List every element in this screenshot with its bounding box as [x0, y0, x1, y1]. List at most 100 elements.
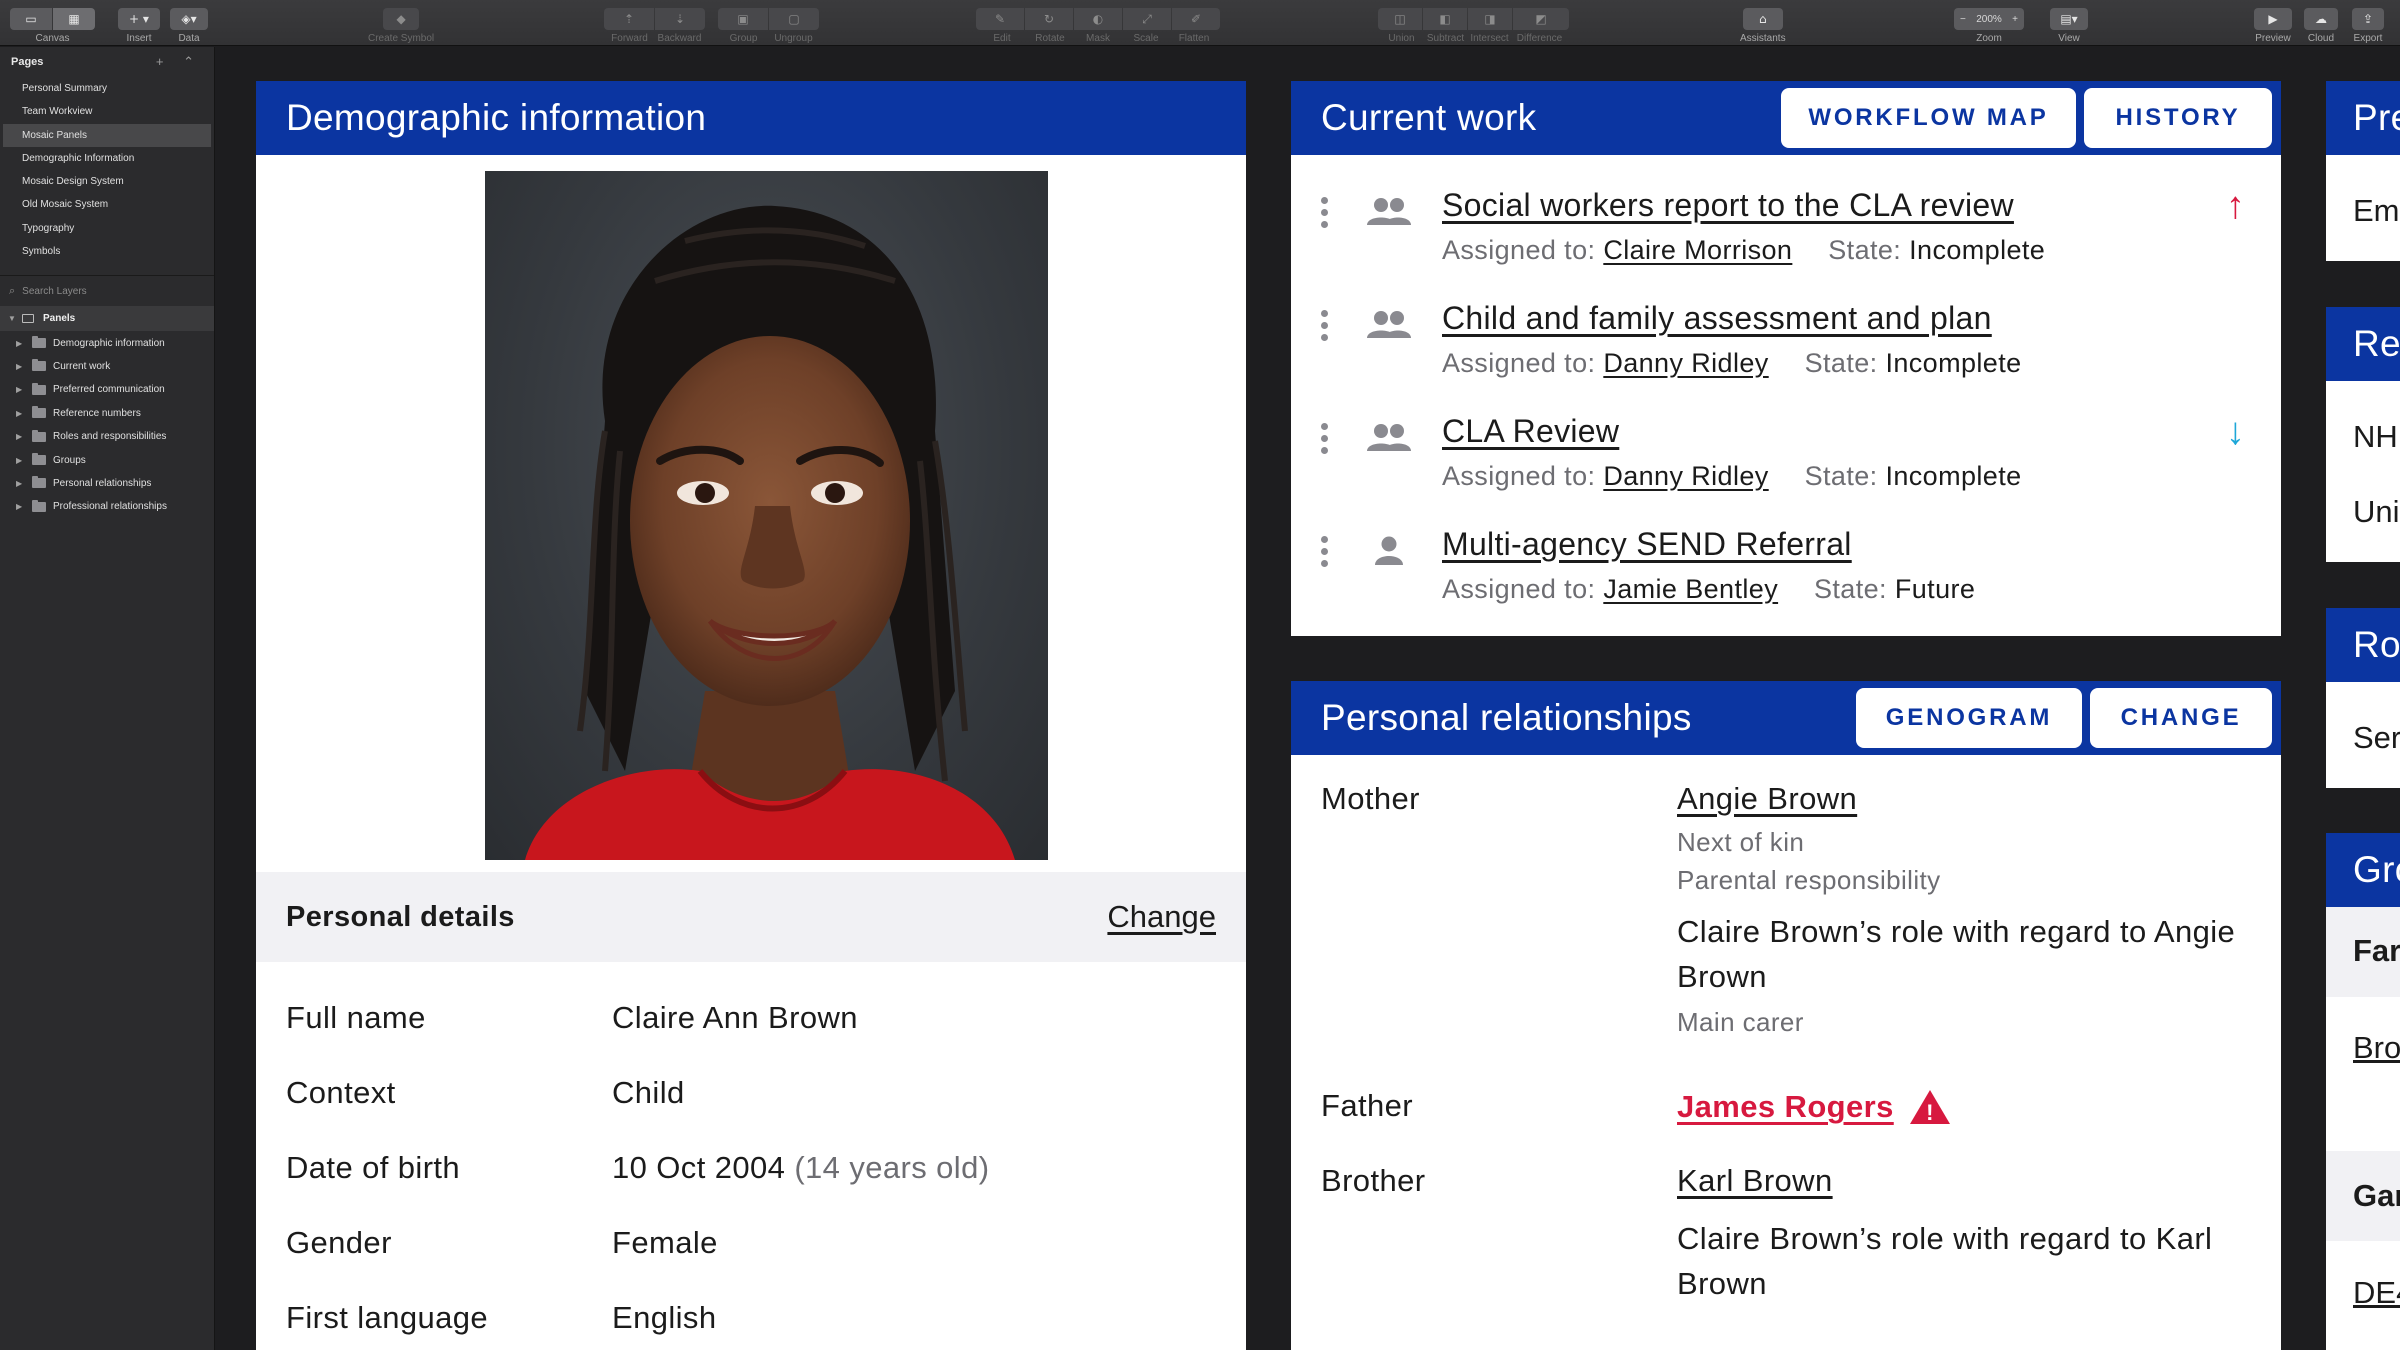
preview-play-icon[interactable]: ▶ [2254, 8, 2292, 30]
priority-up-arrow-icon: ↑ [2226, 185, 2245, 227]
edit-tools: ✎ ↻ ◐ ⤢ ✐ Edit Rotate Mask Scale Flatten [976, 0, 1220, 44]
create-symbol-icon[interactable]: ◆ [383, 8, 420, 30]
layer-item[interactable]: ▶ Groups [0, 448, 214, 471]
relation-label: Mother [1321, 781, 1420, 816]
assistants-tool[interactable]: ⌂ Assistants [1740, 0, 1786, 44]
more-options-icon[interactable] [1321, 310, 1329, 341]
relative-name-link[interactable]: James Rogers [1677, 1089, 1894, 1125]
layer-item[interactable]: ▶ Personal relationships [0, 472, 214, 495]
assignee-link[interactable]: Claire Morrison [1603, 235, 1792, 265]
roles-panel: Ro Ser [2326, 608, 2400, 788]
union-icon[interactable]: ◫ [1378, 8, 1422, 30]
edit-icon[interactable]: ✎ [976, 8, 1024, 30]
disclosure-closed-icon[interactable]: ▶ [16, 432, 32, 441]
page-item-typography[interactable]: Typography [0, 217, 214, 240]
subtract-label: Subtract [1426, 33, 1465, 44]
forward-icon[interactable]: ⇡ [604, 8, 654, 30]
backward-icon[interactable]: ⇣ [655, 8, 705, 30]
zoom-in-icon[interactable]: + [2012, 14, 2018, 25]
pages-actions[interactable]: + ⌃ [156, 54, 202, 70]
more-options-icon[interactable] [1321, 536, 1329, 567]
search-layers-input[interactable]: ⌕ Search Layers [0, 276, 214, 306]
disclosure-closed-icon[interactable]: ▶ [16, 409, 32, 418]
detail-value: 10 Oct 2004 [612, 1149, 786, 1185]
state-value: Incomplete [1909, 235, 2046, 265]
ungroup-icon[interactable]: ▢ [769, 8, 819, 30]
relative-name-link[interactable]: Angie Brown [1677, 781, 1857, 817]
change-button[interactable]: CHANGE [2090, 688, 2272, 748]
layer-item[interactable]: ▶ Current work [0, 355, 214, 378]
disclosure-closed-icon[interactable]: ▶ [16, 502, 32, 511]
view-icon[interactable]: ▤▾ [2050, 8, 2088, 30]
page-item-symbols[interactable]: Symbols [0, 240, 214, 263]
subtract-icon[interactable]: ◧ [1423, 8, 1467, 30]
workflow-map-button[interactable]: WORKFLOW MAP [1781, 88, 2076, 148]
history-button[interactable]: HISTORY [2084, 88, 2272, 148]
assistants-icon[interactable]: ⌂ [1742, 8, 1783, 30]
relative-name-link[interactable]: Karl Brown [1677, 1163, 1833, 1199]
group-link[interactable]: Bro [2353, 1030, 2400, 1066]
layer-item[interactable]: ▶ Reference numbers [0, 402, 214, 425]
disclosure-closed-icon[interactable]: ▶ [16, 362, 32, 371]
data-icon[interactable]: ◈▾ [170, 8, 208, 30]
assignee-link[interactable]: Danny Ridley [1603, 461, 1768, 491]
page-item-old-mosaic-system[interactable]: Old Mosaic System [0, 193, 214, 216]
rotate-icon[interactable]: ↻ [1025, 8, 1073, 30]
export-icon[interactable]: ⇪ [2352, 8, 2384, 30]
assignee-link[interactable]: Danny Ridley [1603, 348, 1768, 378]
disclosure-closed-icon[interactable]: ▶ [16, 479, 32, 488]
disclosure-closed-icon[interactable]: ▶ [16, 385, 32, 394]
group-link[interactable]: DE4 [2353, 1275, 2400, 1311]
more-options-icon[interactable] [1321, 423, 1329, 454]
layer-item[interactable]: ▶ Demographic information [0, 331, 214, 354]
design-canvas[interactable]: Demographic information Personal details… [216, 47, 2400, 1350]
group-icon[interactable]: ▣ [718, 8, 768, 30]
page-item-demographic-information[interactable]: Demographic Information [0, 147, 214, 170]
insert-tool[interactable]: + ▾ Insert [118, 0, 160, 44]
export-label: Export [2353, 33, 2383, 44]
layer-root-panels[interactable]: ▼ Panels [0, 306, 214, 332]
data-tool[interactable]: ◈▾ Data [170, 0, 208, 44]
zoom-tool[interactable]: − 200% + Zoom [1954, 0, 2024, 44]
disclosure-closed-icon[interactable]: ▶ [16, 456, 32, 465]
view-tool[interactable]: ▤▾ View [2050, 0, 2088, 44]
page-item-personal-summary[interactable]: Personal Summary [0, 77, 214, 100]
page-item-mosaic-design-system[interactable]: Mosaic Design System [0, 170, 214, 193]
difference-icon[interactable]: ◩ [1513, 8, 1569, 30]
intersect-icon[interactable]: ◨ [1468, 8, 1512, 30]
task-title-link[interactable]: Multi-agency SEND Referral [1442, 526, 1852, 563]
scale-icon[interactable]: ⤢ [1123, 8, 1171, 30]
preview-tool[interactable]: ▶ Preview [2254, 0, 2292, 44]
cloud-icon[interactable]: ☁ [2304, 8, 2338, 30]
canvas-tool[interactable]: ▭ ▦ Canvas [10, 0, 95, 44]
flatten-icon[interactable]: ✐ [1172, 8, 1220, 30]
disclosure-closed-icon[interactable]: ▶ [16, 339, 32, 348]
assignee-link[interactable]: Jamie Bentley [1603, 574, 1778, 604]
export-tool[interactable]: ⇪ Export [2352, 0, 2384, 44]
zoom-out-icon[interactable]: − [1960, 14, 1966, 25]
task-title-link[interactable]: Child and family assessment and plan [1442, 300, 1992, 337]
page-item-team-workview[interactable]: Team Workview [0, 100, 214, 123]
panel-text: Uni [2353, 494, 2400, 529]
change-link[interactable]: Change [1107, 899, 1216, 935]
mask-icon[interactable]: ◐ [1074, 8, 1122, 30]
more-options-icon[interactable] [1321, 197, 1329, 228]
layer-item[interactable]: ▶ Preferred communication [0, 378, 214, 401]
grid-view-icon[interactable]: ▦ [53, 8, 95, 30]
disclosure-open-icon[interactable]: ▼ [8, 314, 22, 323]
genogram-button[interactable]: GENOGRAM [1856, 688, 2082, 748]
task-title-link[interactable]: CLA Review [1442, 413, 1619, 450]
layer-item[interactable]: ▶ Roles and responsibilities [0, 425, 214, 448]
layer-item[interactable]: ▶ Professional relationships [0, 495, 214, 518]
canvas-view-icon[interactable]: ▭ [10, 8, 52, 30]
relative-name-warning[interactable]: James Rogers ! [1677, 1088, 1952, 1126]
reference-numbers-panel: Re NH Uni [2326, 307, 2400, 562]
folder-icon [32, 429, 46, 442]
page-item-mosaic-panels[interactable]: Mosaic Panels [3, 123, 211, 147]
cloud-tool[interactable]: ☁ Cloud [2304, 0, 2338, 44]
create-symbol-tool[interactable]: ◆ Create Symbol [368, 0, 434, 44]
task-title-link[interactable]: Social workers report to the CLA review [1442, 187, 2014, 224]
edit-label: Edit [993, 33, 1011, 44]
insert-plus-icon[interactable]: + ▾ [118, 8, 160, 30]
zoom-field[interactable]: − 200% + [1954, 8, 2024, 30]
